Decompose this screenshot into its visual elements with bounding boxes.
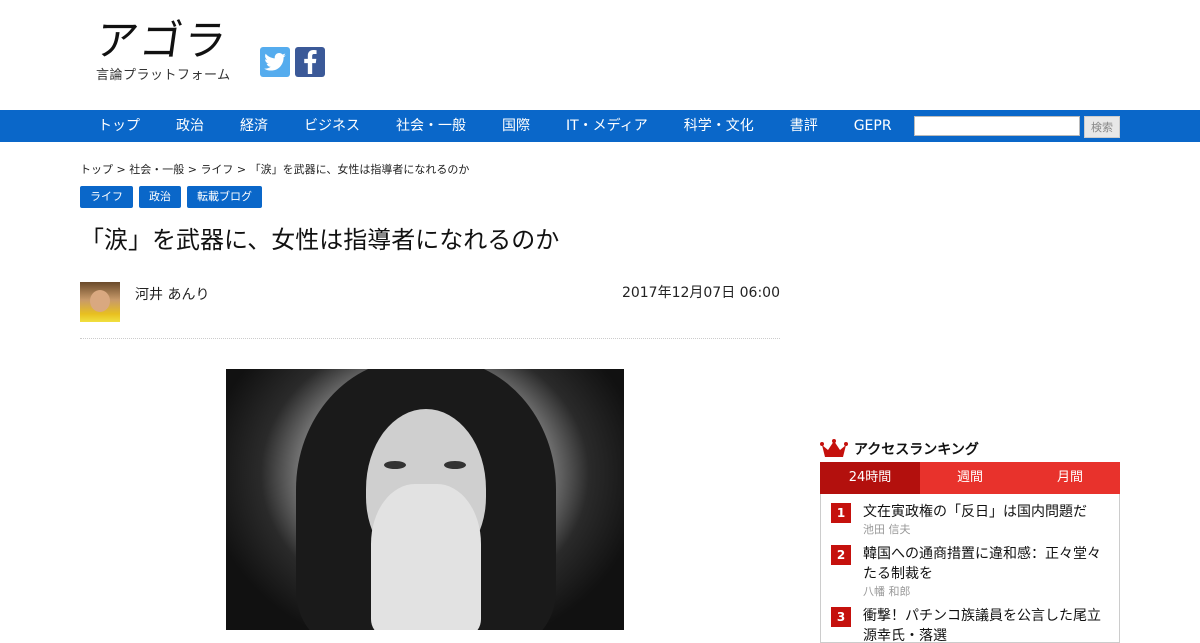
publish-date: 2017年12月07日 06:00 bbox=[621, 285, 780, 301]
nav-item-science-culture[interactable]: 科学・文化 bbox=[666, 110, 772, 142]
author-name[interactable]: 河井 あんり bbox=[135, 284, 209, 304]
ranking-item-author: 池田 信夫 bbox=[863, 523, 911, 536]
crown-icon bbox=[820, 439, 848, 457]
ranking-item[interactable]: 2 韓国への通商措置に違和感：正々堂々たる制裁を 八幡 和郎 bbox=[831, 544, 1109, 600]
tag-life[interactable]: ライフ bbox=[80, 186, 133, 208]
ranking-item-author: 八幡 和郎 bbox=[863, 585, 911, 598]
facebook-icon bbox=[304, 50, 317, 74]
divider bbox=[80, 338, 780, 339]
rank-number: 2 bbox=[831, 545, 851, 565]
nav-item-it-media[interactable]: IT・メディア bbox=[548, 110, 666, 142]
ranking-item[interactable]: 3 衝撃！パチンコ族議員を公言した尾立源幸氏・落選 bbox=[831, 606, 1109, 642]
breadcrumb-link-top[interactable]: トップ bbox=[80, 163, 113, 176]
rank-number: 1 bbox=[831, 503, 851, 523]
logo-subtitle: 言論プラットフォーム bbox=[96, 68, 231, 83]
nav-item-top[interactable]: トップ bbox=[80, 110, 158, 142]
tab-24h[interactable]: 24時間 bbox=[820, 462, 920, 494]
site-header: アゴラ 言論プラットフォーム bbox=[0, 0, 1200, 110]
nav-item-society[interactable]: 社会・一般 bbox=[378, 110, 484, 142]
nav-item-business[interactable]: ビジネス bbox=[286, 110, 378, 142]
tag-politics[interactable]: 政治 bbox=[139, 186, 181, 208]
ranking-list: 1 文在寅政権の「反日」は国内問題だ 池田 信夫 2 韓国への通商措置に違和感：… bbox=[820, 494, 1120, 643]
ranking-tabs: 24時間 週間 月間 bbox=[820, 462, 1120, 494]
search-button[interactable]: 検索 bbox=[1084, 116, 1120, 138]
twitter-icon bbox=[264, 53, 286, 71]
nav-item-gepr[interactable]: GEPR bbox=[836, 110, 910, 142]
ranking-item-title[interactable]: 衝撃！パチンコ族議員を公言した尾立源幸氏・落選 bbox=[863, 606, 1108, 642]
nav-item-politics[interactable]: 政治 bbox=[158, 110, 222, 142]
breadcrumb-separator: > bbox=[184, 163, 201, 176]
access-ranking: アクセスランキング 24時間 週間 月間 1 文在寅政権の「反日」は国内問題だ … bbox=[820, 437, 1120, 643]
author-block: 河井 あんり bbox=[80, 282, 209, 322]
tab-weekly[interactable]: 週間 bbox=[920, 462, 1020, 494]
nav-list: トップ 政治 経済 ビジネス 社会・一般 国際 IT・メディア 科学・文化 書評… bbox=[80, 110, 910, 142]
social-links bbox=[260, 47, 325, 77]
nav-item-book-review[interactable]: 書評 bbox=[772, 110, 836, 142]
facebook-button[interactable] bbox=[295, 47, 325, 77]
breadcrumb-separator: > bbox=[233, 163, 250, 176]
article-photo bbox=[226, 369, 624, 630]
photo-eye-right bbox=[444, 461, 466, 469]
article-title: 「涙」を武器に、女性は指導者になれるのか bbox=[80, 226, 560, 254]
breadcrumb: トップ > 社会・一般 > ライフ > 「涙」を武器に、女性は指導者になれるのか bbox=[80, 161, 469, 177]
breadcrumb-link-life[interactable]: ライフ bbox=[200, 163, 233, 176]
author-avatar[interactable] bbox=[80, 282, 120, 322]
ranking-header: アクセスランキング bbox=[820, 437, 1120, 461]
nav-item-economy[interactable]: 経済 bbox=[222, 110, 286, 142]
ranking-item-title[interactable]: 文在寅政権の「反日」は国内問題だ bbox=[863, 502, 1108, 522]
tab-monthly[interactable]: 月間 bbox=[1020, 462, 1120, 494]
tag-reblog[interactable]: 転載ブログ bbox=[187, 186, 262, 208]
breadcrumb-current: 「涙」を武器に、女性は指導者になれるのか bbox=[249, 163, 470, 176]
ranking-title: アクセスランキング bbox=[854, 442, 979, 458]
breadcrumb-link-society[interactable]: 社会・一般 bbox=[129, 163, 184, 176]
main-nav: トップ 政治 経済 ビジネス 社会・一般 国際 IT・メディア 科学・文化 書評… bbox=[0, 110, 1200, 142]
nav-item-international[interactable]: 国際 bbox=[484, 110, 548, 142]
breadcrumb-separator: > bbox=[113, 163, 130, 176]
site-logo[interactable]: アゴラ 言論プラットフォーム bbox=[92, 16, 232, 83]
rank-number: 3 bbox=[831, 607, 851, 627]
article-tags: ライフ 政治 転載ブログ bbox=[80, 186, 262, 208]
photo-hands bbox=[371, 484, 481, 630]
ranking-item-title[interactable]: 韓国への通商措置に違和感：正々堂々たる制裁を bbox=[863, 544, 1108, 584]
search-input[interactable] bbox=[914, 116, 1080, 136]
twitter-button[interactable] bbox=[260, 47, 290, 77]
photo-eye-left bbox=[384, 461, 406, 469]
ranking-item[interactable]: 1 文在寅政権の「反日」は国内問題だ 池田 信夫 bbox=[831, 502, 1109, 538]
search-form: 検索 bbox=[914, 116, 1120, 138]
logo-text: アゴラ bbox=[92, 16, 232, 65]
